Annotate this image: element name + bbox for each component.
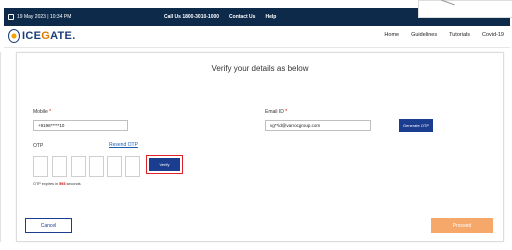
otp-digit-3[interactable] (71, 156, 86, 177)
generate-otp-wrapper: Generate OTP (399, 119, 433, 132)
icegate-logo[interactable]: ICEGATE. (8, 29, 76, 43)
email-label-text: Email ID (265, 109, 284, 115)
main-nav: Home Guidelines Tutorials Covid-19 (384, 32, 504, 38)
nav-home[interactable]: Home (384, 32, 399, 38)
logo-text-mid: G (41, 30, 51, 42)
calendar-icon (8, 14, 14, 20)
top-info-bar: 19 May 2023 | 10:34 PM Call Us 1800-3010… (4, 0, 512, 26)
otp-digit-4[interactable] (89, 156, 104, 177)
expiry-seconds: 593 (59, 182, 66, 186)
required-mark: * (285, 109, 288, 115)
otp-digit-5[interactable] (107, 156, 122, 177)
search-popup[interactable] (418, 0, 512, 18)
required-mark: * (49, 109, 52, 115)
verify-highlight: Verify (146, 155, 183, 174)
nav-tutorials[interactable]: Tutorials (449, 32, 470, 38)
otp-digit-1[interactable] (33, 156, 48, 177)
cancel-button[interactable]: Cancel (25, 218, 72, 233)
help-link[interactable]: Help (265, 14, 276, 20)
verification-card: Verify your details as below Mobile * +9… (16, 52, 504, 242)
search-popup-line (441, 0, 455, 6)
date-time: 19 May 2023 | 10:34 PM (8, 14, 71, 20)
date-time-text: 19 May 2023 | 10:34 PM (17, 14, 72, 20)
generate-otp-button[interactable]: Generate OTP (399, 119, 433, 132)
email-field[interactable]: vg**id@varrocgroup.com (265, 120, 371, 131)
proceed-button[interactable]: Proceed (431, 218, 493, 233)
expiry-suffix: seconds (66, 182, 81, 186)
logo-text-post: ATE. (50, 30, 76, 42)
nav-guidelines[interactable]: Guidelines (411, 32, 437, 38)
verify-button[interactable]: Verify (149, 158, 180, 171)
mobile-field[interactable]: +9196*****10 (33, 120, 128, 131)
otp-label: OTP (33, 143, 44, 149)
email-label: Email ID * (265, 109, 287, 115)
top-links: Call Us 1800-3010-1000 Contact Us Help (164, 14, 276, 20)
call-us-link[interactable]: Call Us 1800-3010-1000 (164, 14, 219, 20)
contact-us-link[interactable]: Contact Us (229, 14, 255, 20)
logo-text-pre: ICE (22, 30, 42, 42)
page-title: Verify your details as below (211, 64, 309, 73)
otp-expiry-text: OTP expires in 593 seconds (33, 182, 81, 186)
expiry-prefix: OTP expires in (33, 182, 59, 186)
otp-digit-6[interactable] (125, 156, 140, 177)
nav-covid[interactable]: Covid-19 (482, 32, 504, 38)
site-header: ICEGATE. Home Guidelines Tutorials Covid… (4, 26, 510, 48)
mobile-label-text: Mobile (33, 109, 48, 115)
logo-text: ICEGATE. (22, 30, 76, 42)
left-divider (0, 52, 1, 242)
resend-otp-link[interactable]: Resend OTP (109, 142, 138, 148)
emblem-icon (8, 29, 20, 43)
otp-digit-2[interactable] (52, 156, 67, 177)
mobile-label: Mobile * (33, 109, 51, 115)
